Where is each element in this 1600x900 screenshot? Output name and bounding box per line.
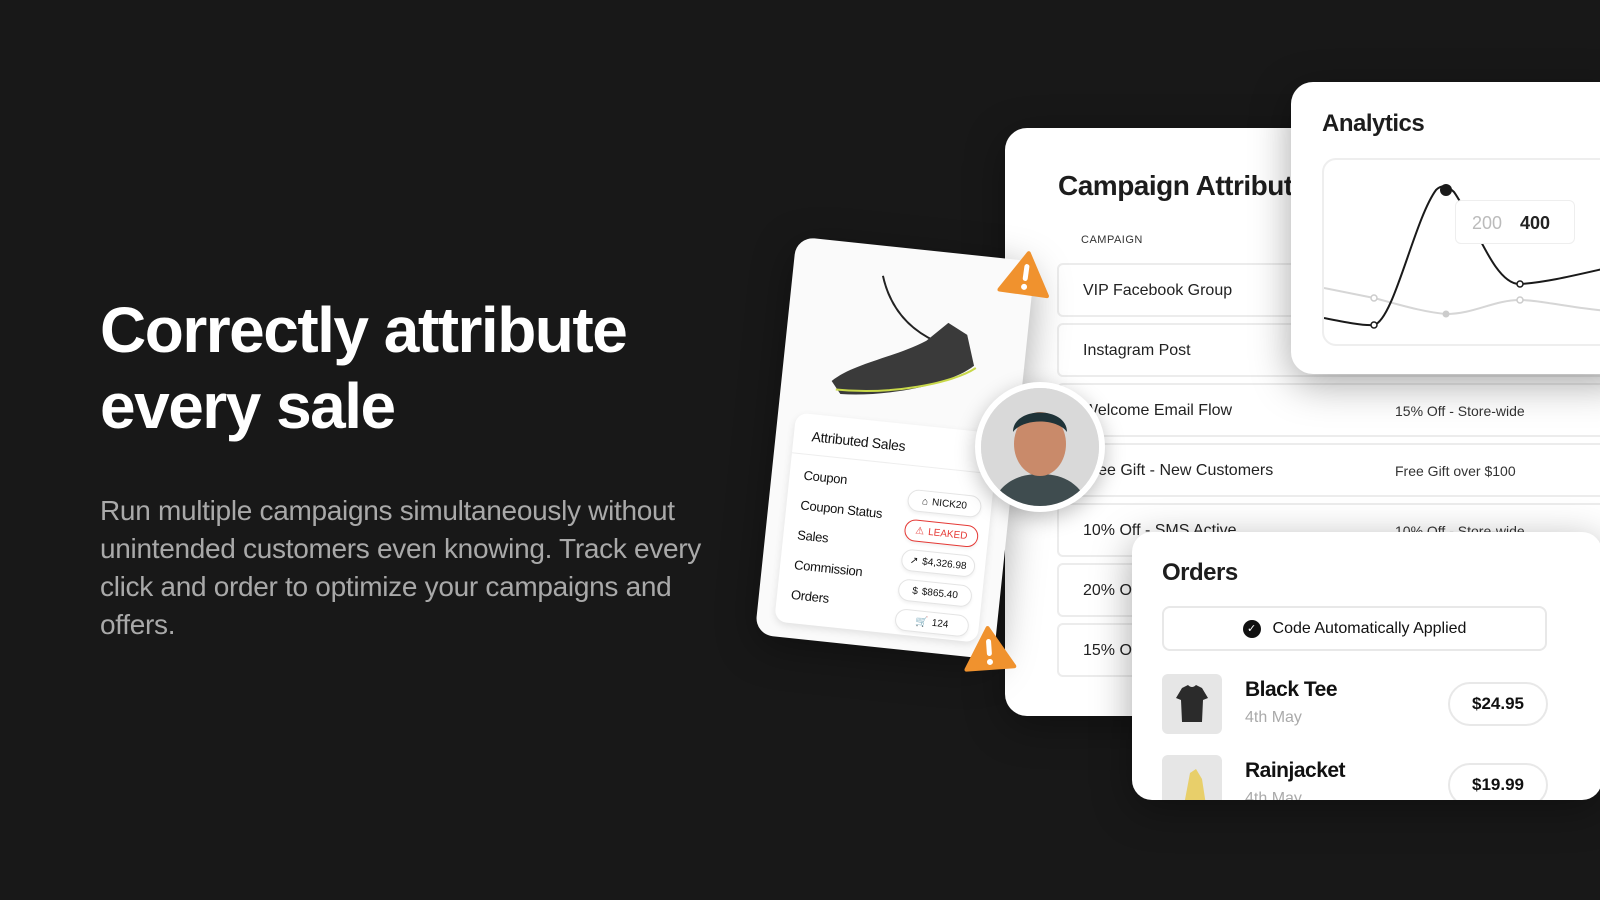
campaign-row[interactable]: Free Gift - New Customers Free Gift over …	[1057, 443, 1600, 497]
attributed-value-pill: ⌂ NICK20	[906, 488, 983, 519]
tooltip-current: 400	[1520, 213, 1551, 233]
code-applied-button[interactable]: ✓ Code Automatically Applied	[1162, 606, 1547, 651]
point	[1370, 321, 1378, 329]
avatar	[975, 382, 1105, 512]
attributed-value: LEAKED	[927, 526, 968, 542]
chart-tooltip: 200 400	[1455, 200, 1575, 244]
warning-icon: ⚠	[914, 525, 925, 537]
orders-title: Orders	[1162, 559, 1238, 586]
attributed-label: Orders	[790, 586, 830, 606]
attributed-label: Sales	[796, 527, 830, 546]
hero-body: Run multiple campaigns simultaneously wi…	[100, 495, 701, 640]
campaign-offer: 15% Off - Store-wide	[1395, 403, 1525, 419]
attributed-value: $865.40	[921, 586, 959, 601]
order-item[interactable]: Black Tee 4th May $24.95	[1162, 674, 1582, 736]
order-item[interactable]: Rainjacket 4th May $19.99	[1162, 755, 1582, 800]
analytics-chart: 200 400	[1322, 158, 1600, 346]
order-item-date: 4th May	[1245, 709, 1302, 726]
tooltip-previous: 200	[1472, 213, 1503, 233]
analytics-card: Analytics 200 400	[1291, 82, 1600, 374]
campaign-name: VIP Facebook Group	[1083, 282, 1233, 299]
order-item-price: $24.95	[1448, 682, 1548, 726]
point	[1370, 294, 1378, 302]
order-item-name: Black Tee	[1245, 678, 1338, 701]
attributed-sales-panel: Attributed Sales Coupon ⌂ NICK20 Coupon Sta…	[774, 412, 1000, 643]
code-applied-label: Code Automatically Applied	[1272, 619, 1467, 637]
hero: Correctly attribute every sale Run multi…	[100, 292, 720, 644]
hero-title: Correctly attribute every sale	[100, 294, 628, 442]
tag-icon: ⌂	[921, 495, 929, 508]
tshirt-image	[1162, 674, 1222, 734]
point	[1516, 280, 1524, 288]
campaign-row[interactable]: Welcome Email Flow 15% Off - Store-wide	[1057, 383, 1600, 437]
orders-card: Orders ✓ Code Automatically Applied Blac…	[1132, 532, 1600, 800]
dollar-icon: $	[911, 585, 919, 597]
warning-icon	[997, 251, 1049, 299]
warning-icon	[964, 626, 1017, 672]
attributed-label: Coupon	[802, 467, 848, 488]
order-item-name: Rainjacket	[1245, 759, 1346, 782]
campaign-name: Free Gift - New Customers	[1083, 462, 1274, 479]
attributed-value-pill: 🛒 124	[893, 608, 970, 638]
campaign-offer: Free Gift over $100	[1395, 463, 1516, 479]
attributed-label: Coupon Status	[799, 497, 883, 521]
attributed-label: Commission	[793, 557, 864, 580]
attributed-sales-title: Attributed Sales	[810, 428, 907, 455]
attributed-value: $4,326.98	[921, 555, 968, 572]
point	[1516, 296, 1524, 304]
attributed-value: 124	[931, 617, 949, 631]
cart-icon: 🛒	[914, 615, 929, 628]
trend-up-icon: ↗	[909, 554, 919, 567]
attributed-value-pill: ⚠ LEAKED	[903, 518, 980, 549]
attributed-value-pill: ↗ $4,326.98	[900, 548, 977, 578]
line-chart	[1324, 184, 1600, 329]
order-item-price: $19.99	[1448, 763, 1548, 800]
sneaker-image	[831, 275, 977, 395]
attributed-value: NICK20	[931, 496, 968, 512]
rainjacket-image	[1162, 755, 1222, 800]
campaign-name: Welcome Email Flow	[1083, 402, 1233, 419]
series-secondary-line	[1324, 287, 1600, 316]
check-circle-icon: ✓	[1242, 619, 1261, 638]
campaign-column-header: CAMPAIGN	[1081, 234, 1143, 246]
campaign-name: Instagram Post	[1083, 342, 1191, 359]
point	[1442, 310, 1450, 318]
point-highlight	[1440, 184, 1452, 196]
attributed-value-pill: $ $865.40	[897, 578, 974, 608]
analytics-title: Analytics	[1322, 110, 1425, 137]
order-item-date: 4th May	[1245, 790, 1302, 800]
